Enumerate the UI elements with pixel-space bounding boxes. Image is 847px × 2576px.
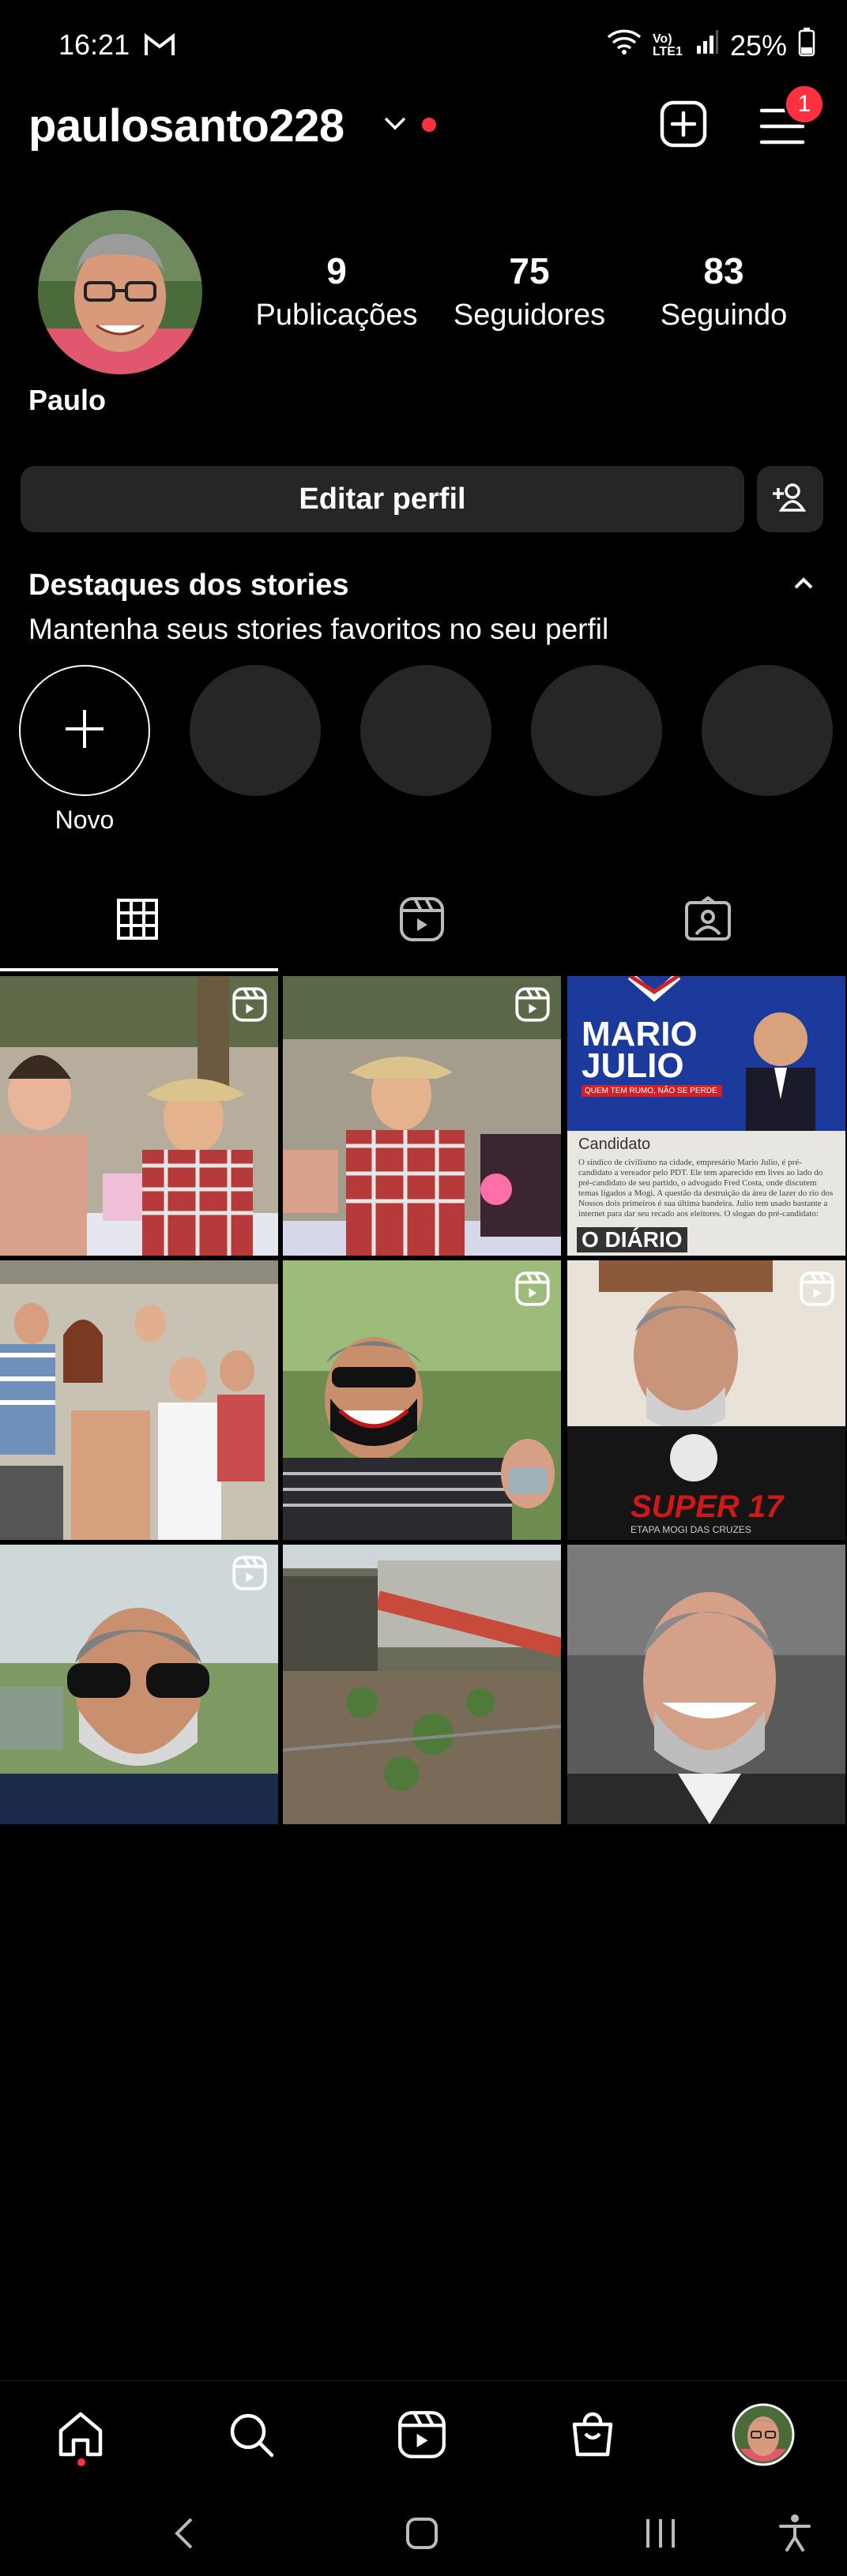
reel-badge-icon	[232, 1556, 267, 1594]
stat-value: 83	[703, 250, 744, 291]
add-person-button[interactable]	[757, 466, 823, 532]
newspaper-candidate-label: Candidato	[578, 1136, 651, 1153]
create-post-icon[interactable]	[659, 100, 708, 152]
post-thumbnail[interactable]	[283, 1260, 561, 1540]
back-icon[interactable]	[172, 2516, 196, 2555]
nav-shop[interactable]	[561, 2405, 624, 2468]
chevron-up-icon[interactable]	[792, 575, 815, 596]
tab-tagged[interactable]	[668, 896, 747, 946]
home-active-dot	[77, 2458, 85, 2466]
highlight-placeholder	[531, 665, 662, 796]
stat-label: Publicações	[255, 299, 418, 332]
home-button-icon[interactable]	[405, 2516, 439, 2555]
battery-percent: 25%	[729, 28, 787, 62]
newspaper-name: O DIÁRIO	[577, 1227, 687, 1252]
status-time: 16:21	[58, 28, 130, 61]
gmail-icon	[144, 32, 175, 61]
nav-reels[interactable]	[390, 2405, 454, 2468]
shopping-bag-icon	[568, 2410, 617, 2463]
new-highlight-button[interactable]	[19, 665, 150, 796]
stat-label: Seguindo	[660, 299, 788, 332]
reel-badge-icon	[515, 987, 550, 1026]
post-thumbnail[interactable]: MARIO JULIO QUEM TEM RUMO, NÃO SE PERDE …	[567, 976, 845, 1256]
reel-badge-icon	[232, 987, 267, 1026]
newspaper-tagline: QUEM TEM RUMO, NÃO SE PERDE	[582, 1085, 722, 1097]
recents-icon[interactable]	[643, 2516, 678, 2555]
stat-followers[interactable]: 75 Seguidores	[442, 250, 616, 332]
post-thumbnail[interactable]	[283, 976, 561, 1256]
tab-reels[interactable]	[382, 896, 461, 946]
post-thumbnail[interactable]	[0, 1545, 278, 1824]
tab-grid[interactable]	[98, 897, 177, 944]
network-label: Vo) LTE1	[652, 32, 683, 58]
avatar[interactable]	[38, 210, 202, 374]
reels-icon	[397, 2410, 446, 2463]
highlight-placeholder	[360, 665, 491, 796]
notification-badge: 1	[784, 84, 825, 125]
bottom-nav	[0, 2380, 847, 2484]
new-highlight-label: Novo	[55, 805, 115, 834]
profile-avatar-icon	[732, 2403, 795, 2470]
shirt-text: SUPER 17	[631, 1489, 784, 1524]
post-thumbnail[interactable]: SUPER 17 ETAPA MOGI DAS CRUZES	[567, 1260, 845, 1540]
wifi-icon	[607, 28, 642, 62]
system-nav-bar	[0, 2483, 847, 2576]
highlights-subtitle: Mantenha seus stories favoritos no seu p…	[28, 613, 609, 645]
post-thumbnail[interactable]	[567, 1545, 845, 1824]
search-icon	[227, 2410, 276, 2463]
post-thumbnail[interactable]	[0, 1260, 278, 1540]
status-dot	[422, 118, 436, 132]
profile-name: Paulo	[28, 384, 107, 416]
edit-profile-button[interactable]: Editar perfil	[21, 466, 744, 532]
stat-label: Seguidores	[453, 299, 606, 332]
signal-icon	[695, 28, 719, 62]
newspaper-headline: MARIO JULIO	[582, 1015, 698, 1085]
tab-underline	[0, 968, 278, 971]
stat-value: 75	[509, 250, 550, 291]
nav-search[interactable]	[220, 2405, 283, 2468]
post-thumbnail[interactable]	[0, 976, 278, 1256]
tagged-icon	[684, 896, 732, 946]
plus-icon	[62, 707, 107, 755]
stat-following[interactable]: 83 Seguindo	[637, 250, 811, 332]
stat-posts[interactable]: 9 Publicações	[250, 250, 424, 332]
grid-icon	[116, 898, 159, 944]
highlight-placeholder	[702, 665, 833, 796]
reel-badge-icon	[800, 1271, 834, 1310]
add-person-icon	[772, 482, 808, 517]
highlight-placeholder	[190, 665, 321, 796]
post-thumbnail[interactable]	[283, 1545, 561, 1824]
nav-profile[interactable]	[732, 2403, 795, 2470]
highlights-title: Destaques dos stories	[28, 569, 349, 602]
newspaper-text: O síndico de civilismo na cidade, empres…	[578, 1158, 834, 1221]
reels-icon	[399, 896, 445, 946]
battery-icon	[798, 27, 815, 64]
username[interactable]: paulosanto228	[28, 100, 344, 152]
reel-badge-icon	[515, 1271, 550, 1310]
status-right: Vo) LTE1 25%	[607, 27, 815, 64]
chevron-down-icon[interactable]	[382, 114, 408, 137]
accessibility-icon[interactable]	[777, 2513, 812, 2556]
home-icon	[56, 2410, 105, 2463]
shirt-subtext: ETAPA MOGI DAS CRUZES	[631, 1524, 751, 1535]
stat-value: 9	[326, 250, 347, 291]
